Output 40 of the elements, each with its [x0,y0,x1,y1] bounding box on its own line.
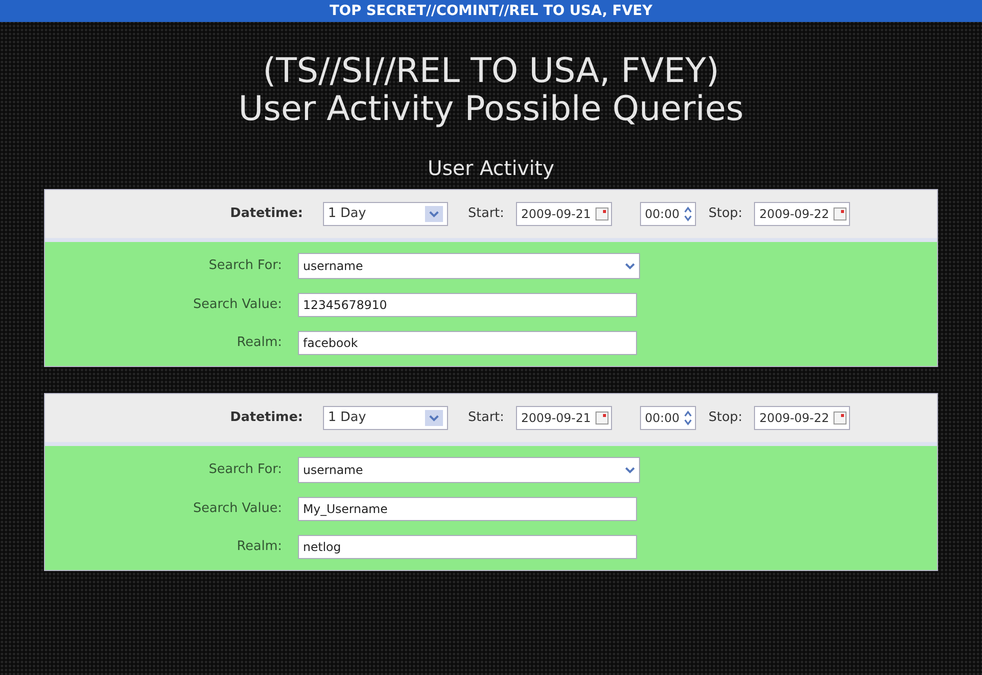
stop-date-field[interactable]: 2009-09-22 [754,406,850,430]
start-date-field[interactable]: 2009-09-21 [516,202,612,226]
datetime-label: Datetime: [229,409,303,428]
field-label: Search Value: [192,500,283,518]
field-label: Realm: [236,334,283,352]
time-field[interactable]: 00:00 [640,406,696,430]
range-select[interactable]: 1 Day [323,202,448,226]
start-date-field[interactable]: 2009-09-21 [516,406,612,430]
search-for-select[interactable]: username [298,457,640,483]
stop-date-field[interactable]: 2009-09-22 [754,202,850,226]
field-label: Search For: [208,257,283,276]
spinner-arrows-icon[interactable] [683,409,694,427]
range-select[interactable]: 1 Day [323,406,448,430]
section-title: User Activity [428,155,554,182]
slide-title: (TS//SI//REL TO USA, FVEY) [262,52,720,90]
field-label: Search For: [208,461,283,480]
datetime-label: Datetime: [229,205,303,224]
field-label: Realm: [236,538,283,556]
stop-label: Stop: [708,205,742,224]
chevron-down-icon [429,210,439,218]
calendar-icon[interactable] [833,411,848,425]
calendar-icon[interactable] [833,207,848,221]
start-label: Start: [468,409,504,428]
input-field[interactable]: netlog [298,535,637,559]
start-label: Start: [468,205,504,224]
input-field[interactable]: My_Username [298,497,637,521]
input-field[interactable]: 12345678910 [298,293,637,317]
time-field[interactable]: 00:00 [640,202,696,226]
calendar-icon[interactable] [594,207,609,221]
chevron-down-icon [625,466,635,474]
field-label: Search Value: [192,296,283,314]
spinner-arrows-icon[interactable] [683,205,694,223]
classification-banner: TOP SECRET//COMINT//REL TO USA, FVEY [0,0,982,22]
search-for-select[interactable]: username [298,253,640,279]
chevron-down-icon [429,414,439,422]
stop-label: Stop: [708,409,742,428]
calendar-icon[interactable] [594,411,609,425]
input-field[interactable]: facebook [298,331,637,355]
slide-title: User Activity Possible Queries [238,90,744,128]
chevron-down-icon [625,262,635,270]
